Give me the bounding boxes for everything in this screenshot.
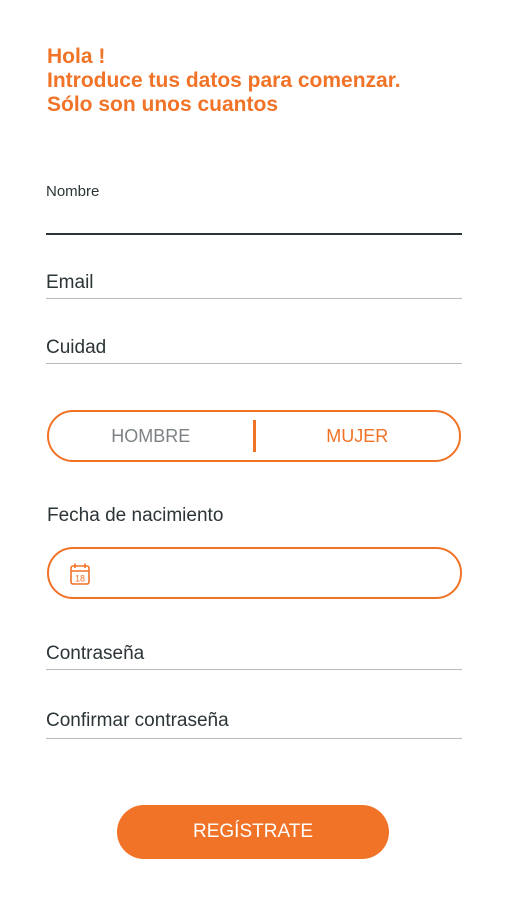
contrasena-field[interactable]: Contraseña <box>46 643 462 671</box>
calendar-icon[interactable]: 18 <box>69 562 91 586</box>
gender-toggle[interactable]: HOMBRE MUJER <box>47 410 461 462</box>
contrasena-label: Contraseña <box>46 643 145 664</box>
intro-subtext: Sólo son unos cuantos <box>47 93 279 116</box>
header-heading: Hola ! Introduce tus datos para comenzar… <box>47 45 487 117</box>
registrate-button[interactable]: REGÍSTRATE <box>117 805 389 859</box>
confirmar-contrasena-label: Confirmar contraseña <box>46 710 229 731</box>
calendar-icon-day: 18 <box>75 574 85 584</box>
ciudad-field[interactable]: Cuidad <box>46 337 462 365</box>
email-field[interactable]: Email <box>46 272 462 300</box>
nombre-field[interactable]: Nombre <box>46 183 462 235</box>
nombre-label: Nombre <box>46 183 100 200</box>
gender-option-hombre[interactable]: HOMBRE <box>49 426 253 447</box>
confirmar-contrasena-field[interactable]: Confirmar contraseña <box>46 710 462 740</box>
contrasena-underline <box>46 669 462 670</box>
email-label: Email <box>46 272 94 293</box>
ciudad-underline <box>46 363 462 364</box>
confirmar-contrasena-underline <box>46 738 462 739</box>
birthdate-input[interactable]: 18 <box>47 547 462 599</box>
email-underline <box>46 298 462 299</box>
intro-text: Introduce tus datos para comenzar. <box>47 69 401 92</box>
gender-option-mujer[interactable]: MUJER <box>256 426 460 447</box>
nombre-underline <box>46 233 462 235</box>
fecha-nacimiento-label: Fecha de nacimiento <box>47 505 224 526</box>
greeting-text: Hola ! <box>47 45 106 68</box>
ciudad-label: Cuidad <box>46 337 107 358</box>
